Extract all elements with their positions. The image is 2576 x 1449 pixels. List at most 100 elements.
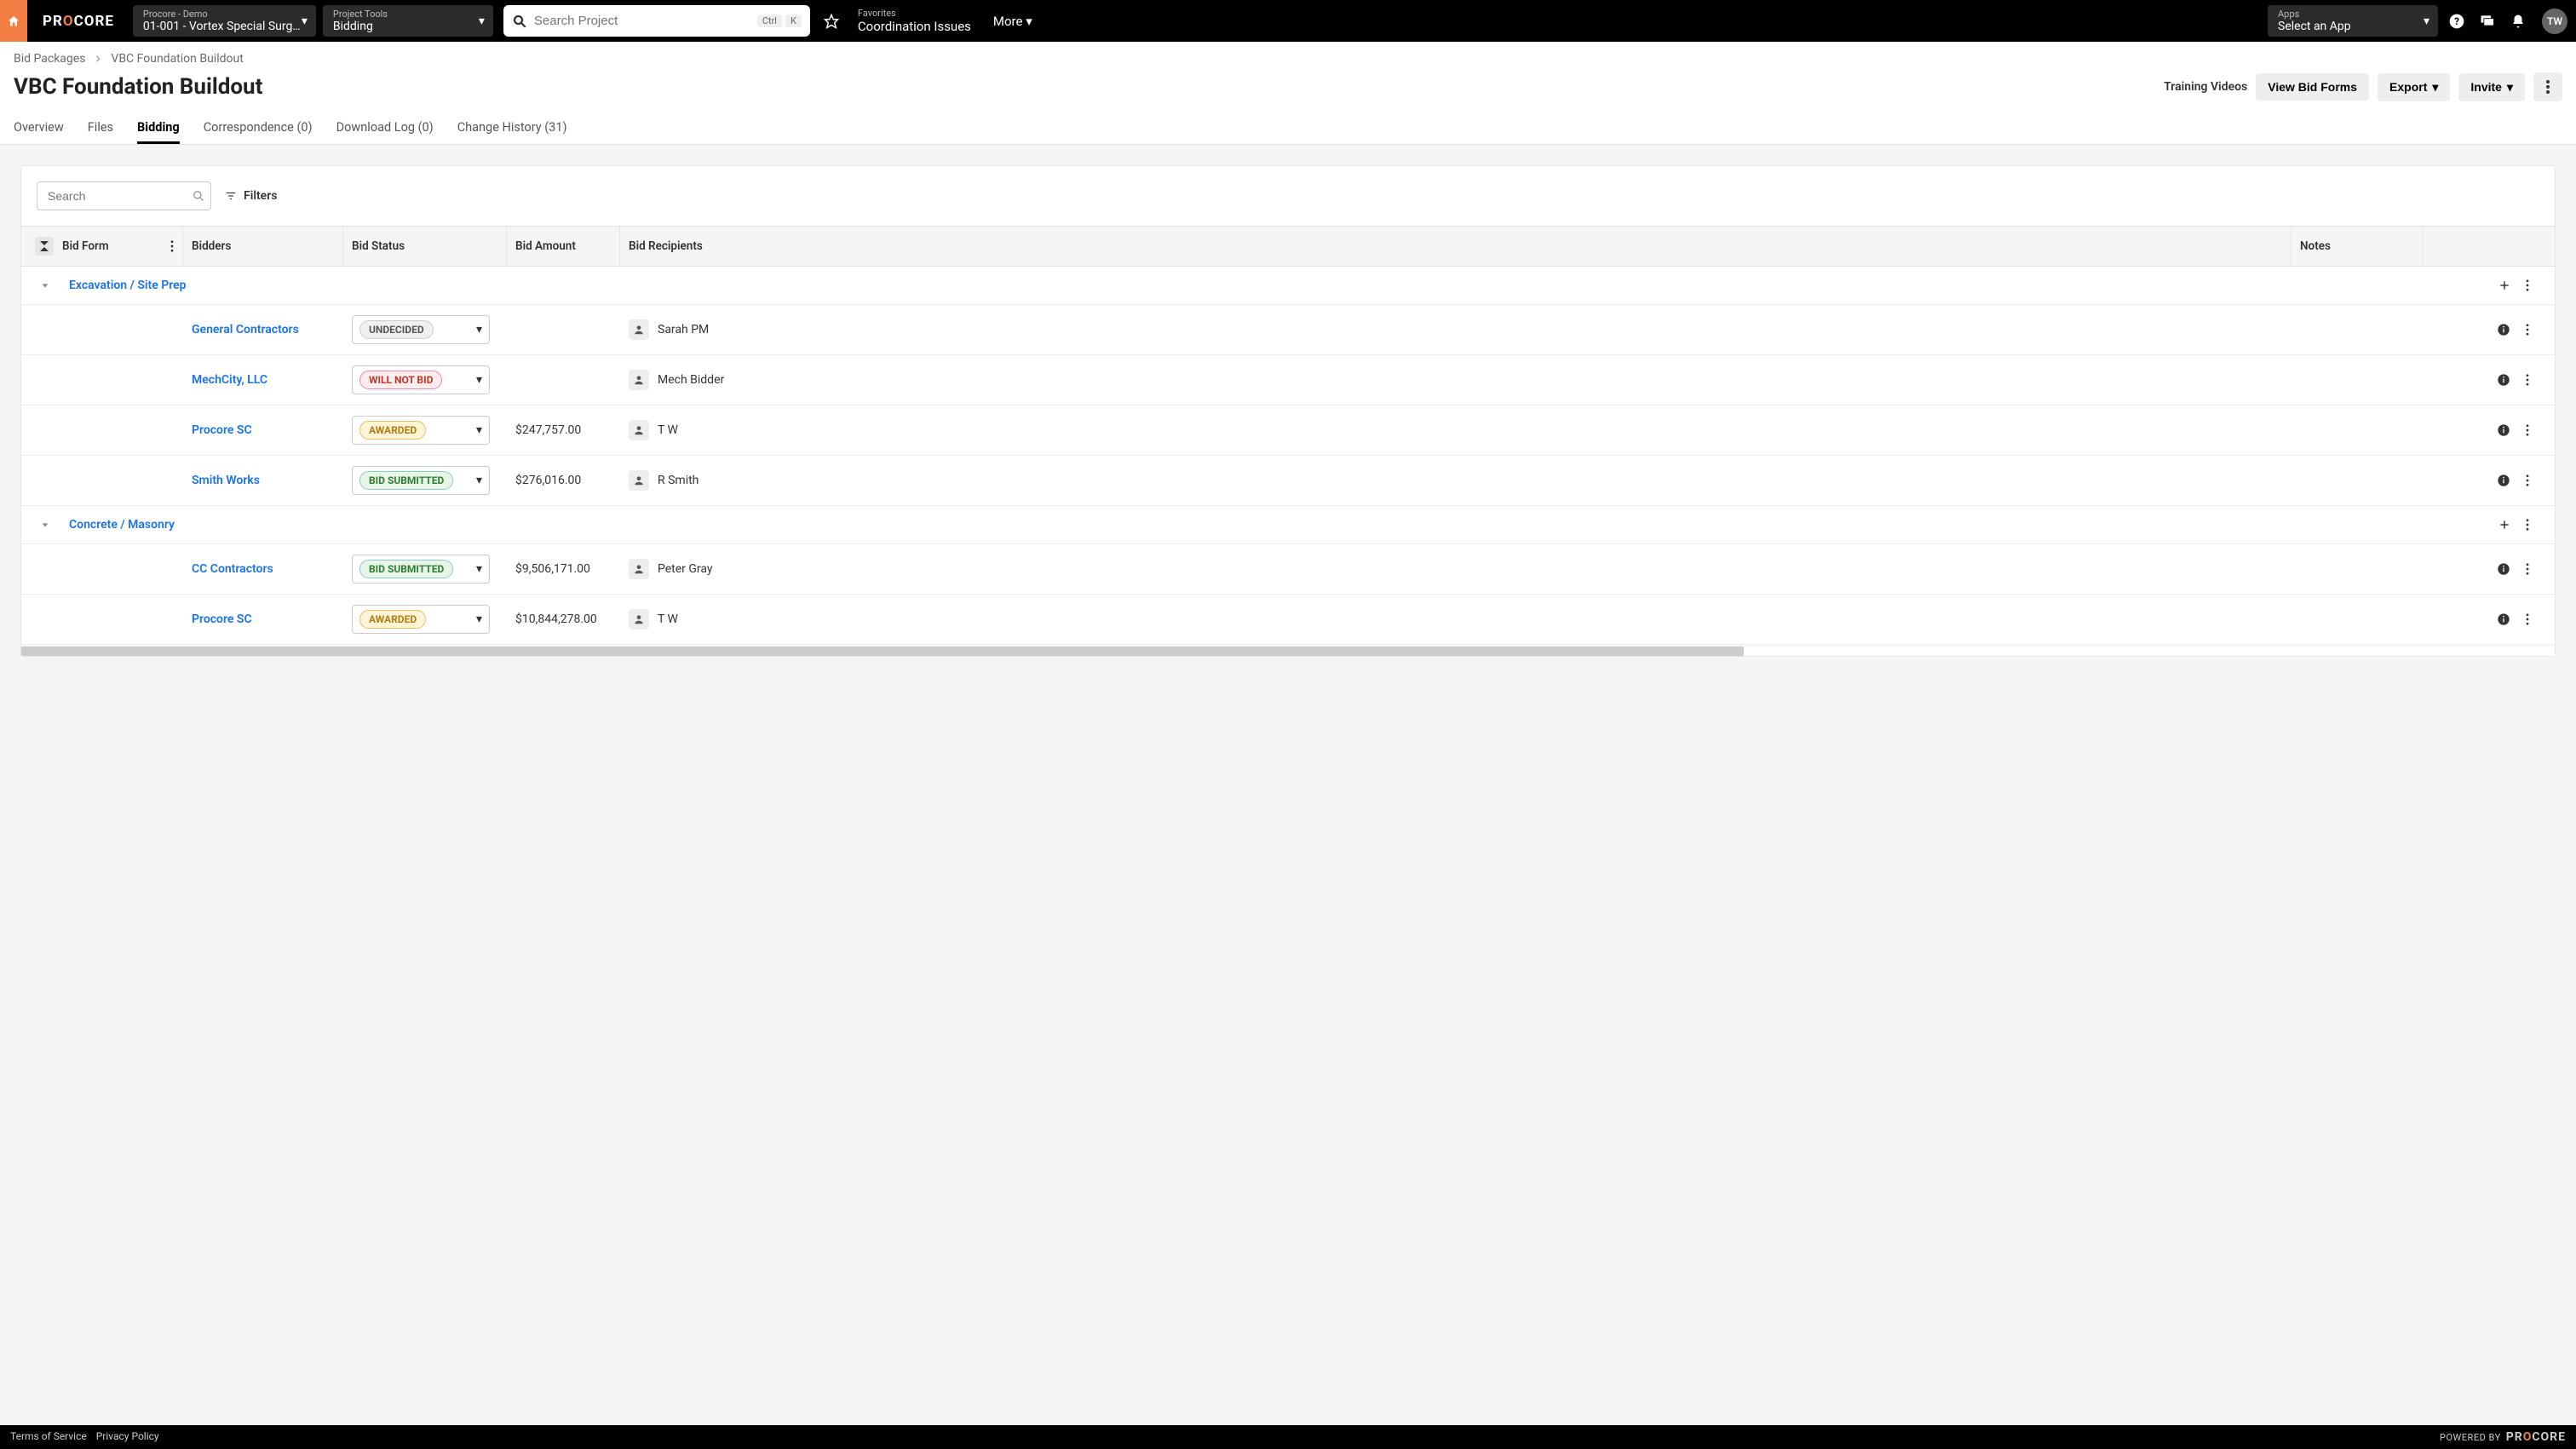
apps-selector[interactable]: Apps Select an App ▾ <box>2268 5 2438 37</box>
person-icon <box>629 370 649 390</box>
bid-status-dropdown[interactable]: BID SUBMITTED▾ <box>352 555 490 584</box>
global-search[interactable]: Ctrl K <box>503 5 810 37</box>
bid-status-dropdown[interactable]: AWARDED▾ <box>352 416 490 445</box>
info-button[interactable] <box>2497 373 2510 387</box>
page-actions: Training Videos View Bid Forms Export ▾ … <box>2164 72 2562 101</box>
feedback-button[interactable] <box>2472 0 2503 42</box>
privacy-link[interactable]: Privacy Policy <box>96 1430 159 1442</box>
breadcrumb: Bid Packages VBC Foundation Buildout <box>14 52 2562 66</box>
bidder-link[interactable]: CC Contractors <box>192 562 273 576</box>
recipient: T W <box>629 420 678 440</box>
caret-down-icon: ▾ <box>476 474 482 487</box>
recipient: R Smith <box>629 470 699 491</box>
recipient-name: T W <box>658 612 678 626</box>
row-menu-button[interactable] <box>2526 374 2529 386</box>
panel-toolbar: Filters <box>21 166 2555 226</box>
bid-status-dropdown[interactable]: AWARDED▾ <box>352 605 490 634</box>
bell-icon <box>2510 14 2526 29</box>
table-search-input[interactable] <box>37 181 211 210</box>
row-menu-button[interactable] <box>2526 424 2529 436</box>
tab-change-history-[interactable]: Change History (31) <box>457 113 567 144</box>
bidder-link[interactable]: Procore SC <box>192 423 252 437</box>
favorites-label: Favorites <box>858 8 971 19</box>
bid-status-dropdown[interactable]: UNDECIDED▾ <box>352 315 490 344</box>
filters-button[interactable]: Filters <box>225 189 277 203</box>
info-button[interactable] <box>2497 323 2510 336</box>
group-name-link[interactable]: Concrete / Masonry <box>69 506 2423 543</box>
notifications-button[interactable] <box>2503 0 2533 42</box>
project-selector-value: 01-001 - Vortex Special Surg… <box>143 20 306 33</box>
info-button[interactable] <box>2497 474 2510 487</box>
export-button[interactable]: Export ▾ <box>2378 73 2450 101</box>
tab-correspondence-[interactable]: Correspondence (0) <box>204 113 313 144</box>
row-menu-button[interactable] <box>2526 563 2529 575</box>
row-menu-button[interactable] <box>2526 324 2529 336</box>
info-button[interactable] <box>2497 612 2510 626</box>
info-button[interactable] <box>2497 423 2510 437</box>
user-avatar[interactable]: TW <box>2542 9 2567 34</box>
person-icon <box>629 319 649 340</box>
tabs: Overview Files Bidding Correspondence (0) Do… <box>14 113 2562 144</box>
home-button[interactable] <box>0 0 27 42</box>
group-menu-button[interactable] <box>2526 279 2529 291</box>
favorite-star[interactable] <box>817 0 846 42</box>
bid-status-dropdown[interactable]: WILL NOT BID▾ <box>352 365 490 394</box>
row-menu-button[interactable] <box>2526 613 2529 625</box>
tab-files[interactable]: Files <box>88 113 113 144</box>
bid-status-dropdown[interactable]: BID SUBMITTED▾ <box>352 466 490 495</box>
tab-download-log-[interactable]: Download Log (0) <box>336 113 434 144</box>
caret-down-icon: ▾ <box>476 423 482 437</box>
svg-text:?: ? <box>2454 15 2459 27</box>
group-menu-button[interactable] <box>2526 519 2529 531</box>
bid-amount <box>507 355 620 405</box>
bid-row: MechCity, LLCWILL NOT BID▾Mech Bidder <box>21 355 2555 405</box>
project-selector[interactable]: Procore - Demo 01-001 - Vortex Special S… <box>133 5 316 37</box>
grid-header: Bid Form Bidders Bid Status Bid Amount B… <box>21 227 2555 267</box>
project-tools-label: Project Tools <box>333 9 483 20</box>
project-tools-selector[interactable]: Project Tools Bidding ▾ <box>323 5 493 37</box>
bid-row: General Contractors UNDECIDED▾ Sarah PM <box>21 305 2555 355</box>
group-toggle[interactable] <box>21 281 69 290</box>
group-name-link[interactable]: Excavation / Site Prep <box>69 267 2423 304</box>
kebab-icon <box>2546 80 2550 94</box>
group-toggle[interactable] <box>21 520 69 529</box>
favorites-dropdown[interactable]: Favorites Coordination Issues <box>846 0 983 42</box>
invite-button[interactable]: Invite ▾ <box>2458 73 2525 101</box>
global-search-input[interactable] <box>527 14 754 28</box>
row-menu-button[interactable] <box>2526 474 2529 486</box>
more-actions-button[interactable] <box>2533 72 2562 101</box>
tab-bidding[interactable]: Bidding <box>137 113 180 144</box>
collapse-icon[interactable] <box>35 237 54 256</box>
home-icon <box>7 14 20 28</box>
horizontal-scrollbar[interactable] <box>21 646 2555 656</box>
info-button[interactable] <box>2497 562 2510 576</box>
view-bid-forms-button[interactable]: View Bid Forms <box>2256 73 2369 101</box>
recipient: Sarah PM <box>629 319 709 340</box>
project-selector-label: Procore - Demo <box>143 9 306 20</box>
scrollbar-thumb[interactable] <box>21 647 1744 656</box>
caret-down-icon: ▾ <box>2424 14 2429 28</box>
project-tools-value: Bidding <box>333 20 483 33</box>
col-recipients: Bid Recipients <box>620 227 2291 266</box>
col-menu-button[interactable] <box>170 240 174 252</box>
kbd-ctrl: Ctrl <box>757 14 782 27</box>
help-button[interactable]: ? <box>2441 0 2472 42</box>
terms-link[interactable]: Terms of Service <box>10 1430 87 1442</box>
training-videos-link[interactable]: Training Videos <box>2164 80 2247 94</box>
favorites-value: Coordination Issues <box>858 19 971 34</box>
add-bidder-button[interactable] <box>2498 279 2510 291</box>
bid-amount: $247,757.00 <box>507 405 620 455</box>
add-bidder-button[interactable] <box>2498 519 2510 531</box>
tab-overview[interactable]: Overview <box>14 113 64 144</box>
bidder-link[interactable]: Smith Works <box>192 474 260 487</box>
bid-row: Procore SCAWARDED▾$10,844,278.00T W <box>21 595 2555 645</box>
subheader: Bid Packages VBC Foundation Buildout VBC… <box>0 42 2576 145</box>
bidder-link[interactable]: MechCity, LLC <box>192 373 267 387</box>
bid-row: Procore SC AWARDED▾ $247,757.00 T W <box>21 405 2555 456</box>
recipient-name: Peter Gray <box>658 562 713 576</box>
caret-down-icon: ▾ <box>479 14 485 28</box>
bidder-link[interactable]: General Contractors <box>192 323 299 336</box>
bidder-link[interactable]: Procore SC <box>192 612 252 626</box>
breadcrumb-root[interactable]: Bid Packages <box>14 52 85 66</box>
more-menu[interactable]: More ▾ <box>983 0 1043 42</box>
